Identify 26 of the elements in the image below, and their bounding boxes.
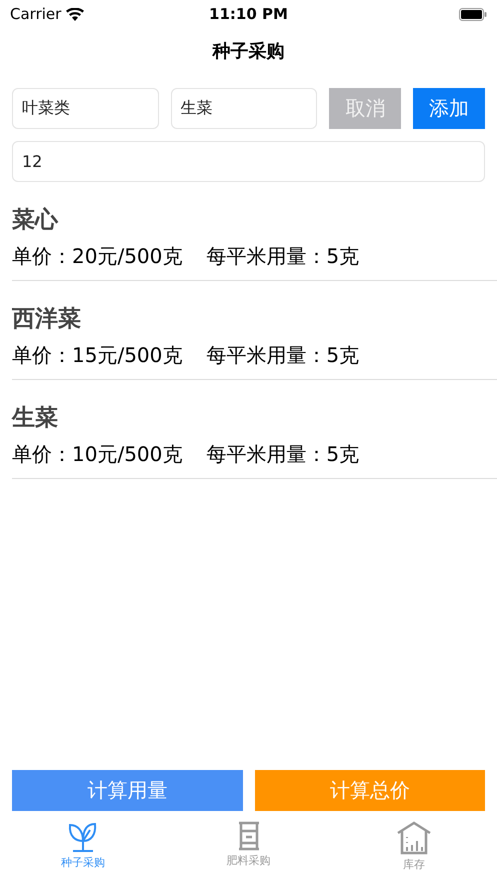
carrier-name: Carrier bbox=[10, 5, 62, 23]
tab-label[interactable]: 种子采购 bbox=[60, 855, 105, 870]
seed-name: 西洋菜 bbox=[12, 305, 82, 334]
calculate-total-button[interactable]: 计算总价 bbox=[254, 770, 485, 811]
usage-text: 每平米用量：5克 bbox=[206, 243, 360, 270]
amount-field[interactable]: 12 bbox=[12, 141, 485, 182]
calculate-usage-button[interactable]: 计算用量 bbox=[12, 770, 242, 811]
seed-name: 菜心 bbox=[12, 206, 60, 235]
seed-name: 生菜 bbox=[12, 404, 59, 433]
cancel-button[interactable]: 取消 bbox=[329, 88, 402, 129]
battery-icon bbox=[459, 8, 487, 20]
price-text: 单价：10元/500克 bbox=[12, 441, 182, 468]
price-text: 单价：20元/500克 bbox=[12, 243, 182, 270]
sack-icon bbox=[236, 821, 260, 851]
page-title: 种子采购 bbox=[211, 40, 286, 64]
usage-text: 每平米用量：5克 bbox=[206, 441, 360, 468]
add-button[interactable]: 添加 bbox=[413, 88, 485, 129]
category-field[interactable]: 叶菜类 bbox=[12, 88, 159, 129]
status-time: 11:10 PM bbox=[209, 5, 288, 23]
tab-label[interactable]: 肥料采购 bbox=[226, 853, 270, 868]
tab-label[interactable]: 库存 bbox=[403, 857, 426, 872]
name-field[interactable]: 生菜 bbox=[170, 88, 318, 129]
usage-text: 每平米用量：5克 bbox=[206, 342, 360, 369]
price-text: 单价：15元/500克 bbox=[12, 342, 182, 369]
warehouse-icon bbox=[396, 821, 432, 855]
wifi-icon bbox=[66, 8, 84, 20]
